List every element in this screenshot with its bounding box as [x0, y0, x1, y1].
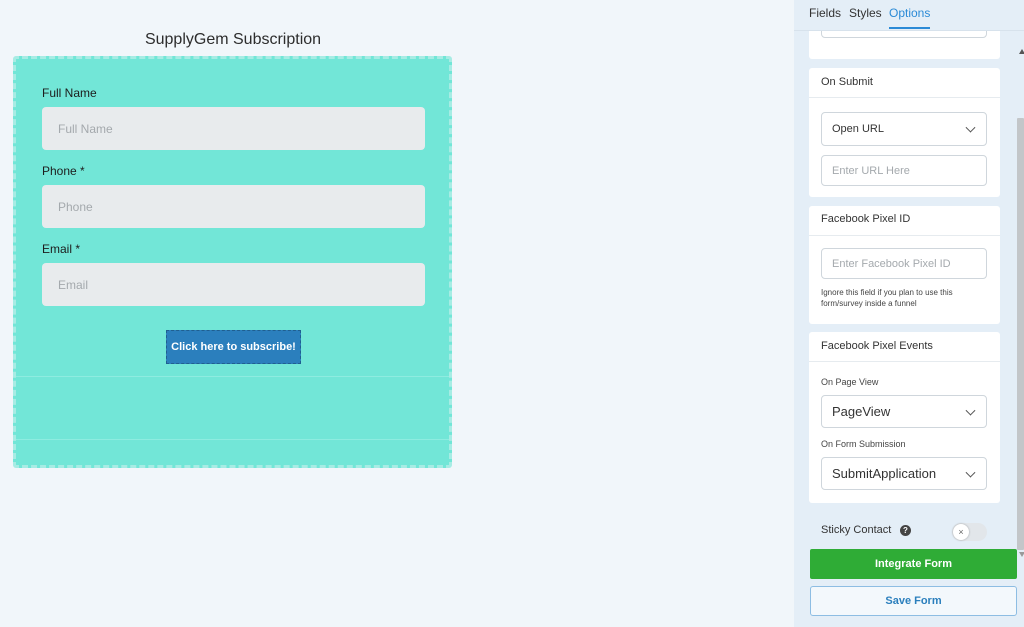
pixel-events-card: Facebook Pixel Events On Page View PageV… — [809, 332, 1000, 503]
phone-input[interactable] — [42, 185, 425, 228]
options-panel: Fields Styles Options On Submit Open URL… — [794, 0, 1024, 627]
chevron-down-icon — [965, 467, 976, 478]
email-input[interactable] — [42, 263, 425, 306]
previous-option-field[interactable] — [821, 31, 987, 38]
form-title: SupplyGem Subscription — [144, 31, 322, 48]
close-icon: × — [953, 524, 969, 540]
chevron-down-icon — [965, 405, 976, 416]
question-circle-icon[interactable]: ? — [900, 525, 911, 536]
pixel-id-input[interactable] — [821, 248, 987, 279]
form-submission-value: SubmitApplication — [832, 466, 937, 481]
tab-options[interactable]: Options — [889, 6, 931, 29]
pixel-id-card: Facebook Pixel ID Ignore this field if y… — [809, 206, 1000, 324]
integrate-form-button[interactable]: Integrate Form — [810, 549, 1017, 579]
scroll-down-arrow[interactable] — [1019, 552, 1024, 557]
panel-tabs: Fields Styles Options — [794, 0, 1024, 31]
on-submit-card: On Submit Open URL — [809, 68, 1000, 197]
pixel-events-title: Facebook Pixel Events — [821, 340, 933, 352]
scroll-up-arrow[interactable] — [1019, 49, 1024, 54]
page-view-label: On Page View — [821, 377, 879, 387]
card-divider — [809, 97, 1000, 98]
url-input[interactable] — [821, 155, 987, 186]
previous-option-card — [809, 31, 1000, 59]
pixel-id-help: Ignore this field if you plan to use thi… — [821, 288, 953, 308]
card-divider — [809, 235, 1000, 236]
save-form-button[interactable]: Save Form — [810, 586, 1017, 616]
full-name-input[interactable] — [42, 107, 425, 150]
page-view-value: PageView — [832, 404, 891, 419]
chevron-down-icon — [965, 122, 976, 133]
on-submit-action-value: Open URL — [832, 123, 884, 135]
email-label: Email * — [42, 242, 81, 256]
card-divider — [809, 361, 1000, 362]
on-submit-action-select[interactable]: Open URL — [821, 112, 987, 146]
subscribe-button[interactable]: Click here to subscribe! — [166, 330, 301, 364]
full-name-label: Full Name — [42, 86, 97, 100]
phone-label: Phone * — [42, 164, 85, 178]
form-divider — [16, 376, 449, 377]
page-view-select[interactable]: PageView — [821, 395, 987, 428]
sticky-contact-toggle[interactable]: × — [952, 523, 987, 541]
options-scroll-area[interactable]: On Submit Open URL Facebook Pixel ID Ign… — [794, 31, 1024, 545]
form-submission-label: On Form Submission — [821, 439, 906, 449]
form-submission-select[interactable]: SubmitApplication — [821, 457, 987, 490]
sticky-contact-label: Sticky Contact — [821, 524, 892, 536]
scrollbar-thumb[interactable] — [1017, 118, 1024, 550]
tab-fields[interactable]: Fields — [809, 6, 841, 20]
form-divider — [16, 439, 449, 440]
tab-styles[interactable]: Styles — [849, 6, 882, 20]
pixel-id-title: Facebook Pixel ID — [821, 213, 911, 225]
form-preview[interactable]: Full Name Phone * Email * Click here to … — [13, 56, 452, 468]
on-submit-title: On Submit — [821, 76, 873, 88]
